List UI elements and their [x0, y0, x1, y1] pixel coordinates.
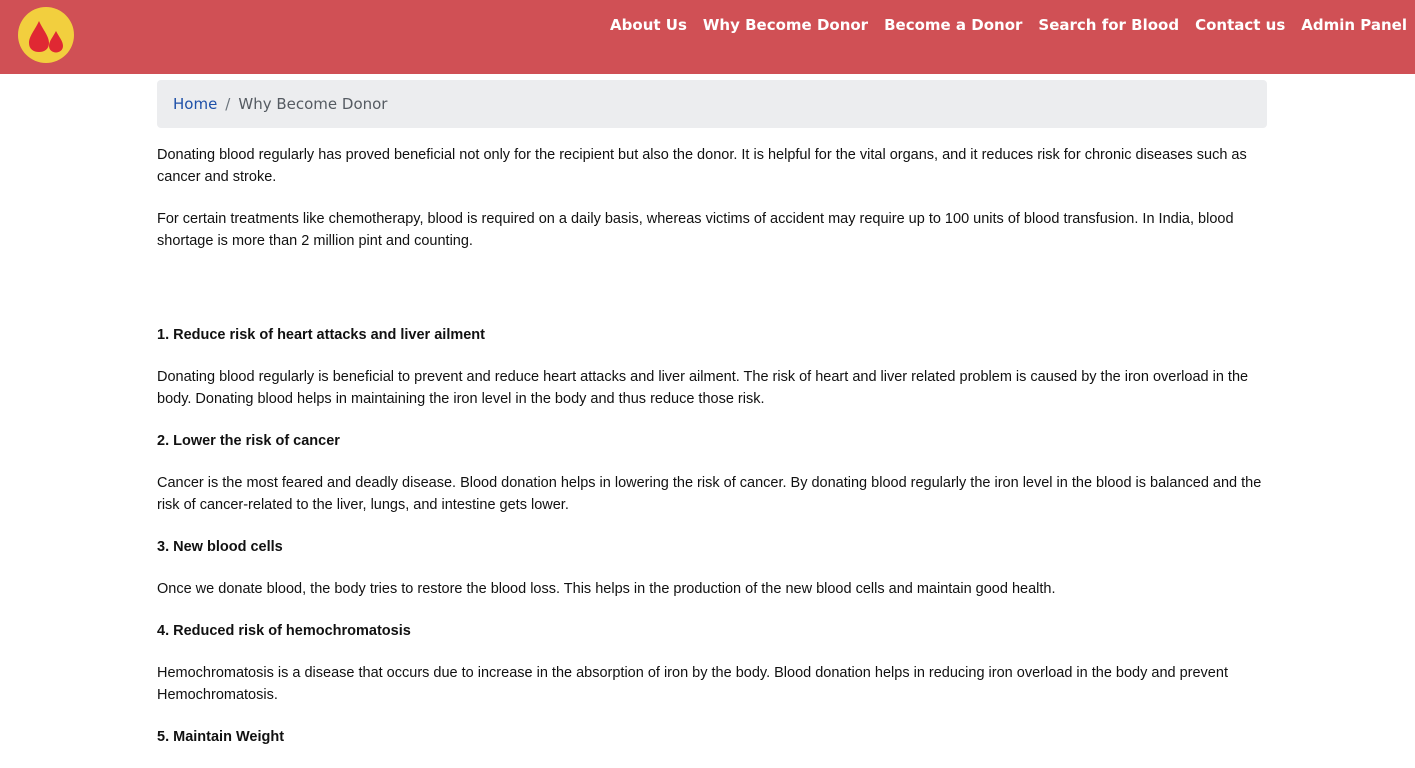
benefit-text: Cancer is the most feared and deadly dis…	[157, 475, 1262, 513]
intro-paragraph: For certain treatments like chemotherapy…	[157, 211, 1234, 249]
benefit-heading: 4. Reduced risk of hemochromatosis	[157, 623, 411, 639]
benefit-text: Hemochromatosis is a disease that occurs…	[157, 665, 1228, 703]
benefit-heading: 3. New blood cells	[157, 539, 283, 555]
intro-paragraph: Donating blood regularly has proved bene…	[157, 147, 1247, 185]
nav-menu: About Us Why Become Donor Become a Donor…	[594, 14, 1407, 36]
site-logo[interactable]	[18, 7, 74, 63]
nav-become-a-donor[interactable]: Become a Donor	[884, 16, 1022, 34]
benefit-heading: 2. Lower the risk of cancer	[157, 433, 340, 449]
benefit-text: Once we donate blood, the body tries to …	[157, 581, 1056, 597]
nav-search-for-blood[interactable]: Search for Blood	[1038, 16, 1179, 34]
breadcrumb-current: Why Become Donor	[238, 95, 388, 113]
nav-admin-panel[interactable]: Admin Panel	[1301, 16, 1407, 34]
benefit-heading: 1. Reduce risk of heart attacks and live…	[157, 327, 485, 343]
breadcrumb-separator: /	[225, 95, 231, 113]
blood-drops-icon	[29, 21, 63, 53]
benefit-heading: 5. Maintain Weight	[157, 729, 285, 745]
nav-contact-us[interactable]: Contact us	[1195, 16, 1285, 34]
top-navbar: About Us Why Become Donor Become a Donor…	[0, 0, 1415, 74]
breadcrumb-home-link[interactable]: Home	[173, 95, 217, 113]
main-content: Donating blood regularly has proved bene…	[157, 144, 1269, 768]
benefit-text: Donating blood regularly is beneficial t…	[157, 369, 1249, 407]
nav-why-become-donor[interactable]: Why Become Donor	[703, 16, 868, 34]
nav-about-us[interactable]: About Us	[610, 16, 687, 34]
breadcrumb: Home / Why Become Donor	[157, 80, 1267, 128]
